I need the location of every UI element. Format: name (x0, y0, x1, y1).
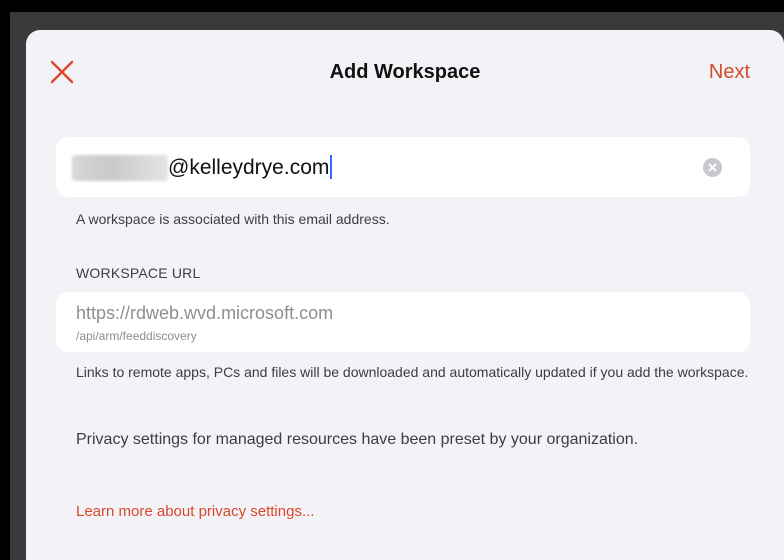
navigation-bar: Add Workspace Next (26, 30, 784, 110)
workspace-url-field[interactable]: https://rdweb.wvd.microsoft.com /api/arm… (56, 292, 750, 352)
text-caret (330, 155, 333, 179)
workspace-url-caption: Links to remote apps, PCs and files will… (76, 364, 749, 380)
clear-circle-icon (708, 163, 717, 172)
privacy-settings-link[interactable]: Learn more about privacy settings... (76, 502, 314, 522)
redacted-email-username (72, 155, 168, 181)
clear-email-button[interactable] (703, 158, 722, 177)
workspace-url-host: https://rdweb.wvd.microsoft.com (76, 303, 334, 323)
workspace-url-path: /api/arm/feeddiscovery (76, 329, 197, 343)
page-title: Add Workspace (329, 61, 481, 83)
privacy-notice: Privacy settings for managed resources h… (76, 431, 639, 448)
workspace-url-header: WORKSPACE URL (76, 265, 201, 281)
add-workspace-sheet: Add Workspace Next @kelleydrye.com A wor… (26, 30, 784, 560)
next-button[interactable]: Next (709, 58, 750, 86)
email-domain-text: @kelleydrye.com (168, 156, 330, 179)
email-input-text[interactable]: @kelleydrye.com (168, 154, 333, 182)
email-field[interactable]: @kelleydrye.com (56, 137, 750, 197)
app-window: Add Workspace Next @kelleydrye.com A wor… (0, 0, 784, 560)
email-caption: A workspace is associated with this emai… (76, 211, 390, 227)
